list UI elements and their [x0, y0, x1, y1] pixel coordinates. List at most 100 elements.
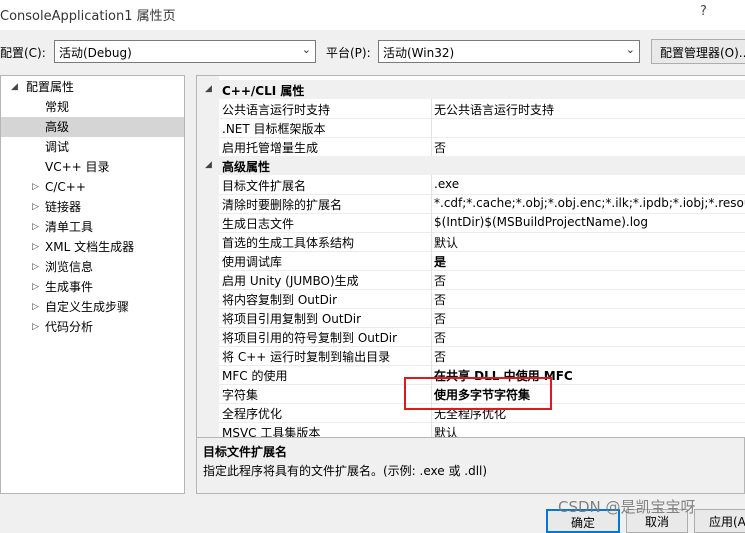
chevron-down-icon: ⌄ — [625, 43, 635, 56]
tree-item-browse-info[interactable]: ▷ 浏览信息 — [1, 257, 184, 277]
property-row-selected[interactable]: 目标文件扩展名 .exe — [219, 175, 745, 195]
column-divider — [431, 346, 432, 365]
property-value[interactable]: 否 — [434, 291, 446, 308]
property-row[interactable]: .NET 目标框架版本 — [219, 118, 745, 138]
column-divider — [431, 232, 432, 251]
property-value[interactable]: 否 — [434, 139, 446, 156]
tree-item-general[interactable]: 常规 — [1, 97, 184, 117]
column-divider — [431, 194, 432, 213]
property-name: MFC 的使用 — [222, 369, 288, 383]
tree-item-label: 清单工具 — [45, 220, 94, 234]
property-row[interactable]: 将项目引用的符号复制到 OutDir 否 — [219, 327, 745, 347]
tree-item-label: 常规 — [45, 100, 70, 114]
property-value[interactable]: 否 — [434, 348, 446, 365]
property-row[interactable]: 清除时要删除的扩展名 *.cdf;*.cache;*.obj;*.obj.enc… — [219, 194, 745, 214]
tree-item-label: XML 文档生成器 — [45, 240, 135, 254]
property-row[interactable]: 启用托管增量生成 否 — [219, 137, 745, 157]
property-value[interactable]: 默认 — [434, 424, 458, 438]
property-name: 生成日志文件 — [222, 217, 295, 231]
property-value[interactable]: $(IntDir)$(MSBuildProjectName).log — [434, 215, 648, 229]
property-name: 公共语言运行时支持 — [222, 103, 331, 117]
tree-item-label: 高级 — [45, 120, 70, 134]
tree-item-code-analysis[interactable]: ▷ 代码分析 — [1, 317, 184, 337]
property-row[interactable]: MSVC 工具集版本 默认 — [219, 422, 745, 438]
config-label: 配置(C): — [0, 46, 46, 60]
collapsed-arrow-icon: ▷ — [32, 262, 39, 272]
column-divider — [431, 270, 432, 289]
property-name: 目标文件扩展名 — [222, 179, 307, 193]
property-name: 将内容复制到 OutDir — [222, 293, 338, 307]
column-divider — [431, 289, 432, 308]
property-row[interactable]: 将项目引用复制到 OutDir 否 — [219, 308, 745, 328]
platform-label: 平台(P): — [326, 46, 371, 60]
property-name: .NET 目标框架版本 — [222, 122, 326, 136]
expanded-arrow-icon: ◢ — [205, 84, 212, 94]
property-name: 字符集 — [222, 388, 259, 402]
property-name: 将项目引用复制到 OutDir — [222, 312, 362, 326]
config-value: 活动(Debug) — [59, 46, 132, 60]
column-divider — [431, 175, 432, 194]
tree-item-custom-build-step[interactable]: ▷ 自定义生成步骤 — [1, 297, 184, 317]
category-cli[interactable]: ◢ C++/CLI 属性 — [197, 80, 745, 99]
config-manager-button[interactable]: 配置管理器(O)... — [651, 39, 745, 64]
property-name: 启用托管增量生成 — [222, 141, 319, 155]
window-title: ConsoleApplication1 属性页 — [0, 9, 176, 24]
category-label: 高级属性 — [222, 160, 271, 174]
property-value[interactable]: 无公共语言运行时支持 — [434, 101, 554, 118]
platform-dropdown[interactable]: 活动(Win32) ⌄ — [378, 40, 640, 63]
tree-item-manifest-tool[interactable]: ▷ 清单工具 — [1, 217, 184, 237]
property-value[interactable]: 否 — [434, 272, 446, 289]
property-name: 将项目引用的符号复制到 OutDir — [222, 331, 398, 345]
expanded-arrow-icon: ◢ — [205, 160, 212, 170]
tree-item-xml-doc-generator[interactable]: ▷ XML 文档生成器 — [1, 237, 184, 257]
description-title: 目标文件扩展名 — [203, 445, 288, 459]
collapsed-arrow-icon: ▷ — [32, 282, 39, 292]
property-value[interactable]: *.cdf;*.cache;*.obj;*.obj.enc;*.ilk;*.ip… — [434, 196, 745, 210]
tree-item-vc-directories[interactable]: VC++ 目录 — [1, 157, 184, 177]
tree-item-config-properties[interactable]: ◢ 配置属性 — [1, 77, 184, 97]
column-divider — [431, 308, 432, 327]
collapsed-arrow-icon: ▷ — [32, 322, 39, 332]
help-button[interactable]: ? — [700, 4, 707, 19]
property-value[interactable]: 是 — [434, 253, 446, 270]
tree-item-label: 调试 — [45, 140, 70, 154]
property-row[interactable]: 将 C++ 运行时复制到输出目录 否 — [219, 346, 745, 366]
collapsed-arrow-icon: ▷ — [32, 302, 39, 312]
property-value[interactable]: .exe — [434, 177, 459, 191]
property-tree[interactable]: ◢ 配置属性 常规 高级 调试 VC++ 目录 ▷ C/C++ ▷ 链接器 ▷ … — [0, 75, 185, 494]
tree-item-label: 链接器 — [45, 200, 82, 214]
tree-item-debugging[interactable]: 调试 — [1, 137, 184, 157]
property-name: 首选的生成工具体系结构 — [222, 236, 355, 250]
column-divider — [431, 118, 432, 137]
category-label: C++/CLI 属性 — [222, 84, 305, 98]
property-row[interactable]: 使用调试库 是 — [219, 251, 745, 271]
tree-item-advanced[interactable]: 高级 — [1, 117, 184, 137]
property-name: 全程序优化 — [222, 407, 283, 421]
tree-item-label: C/C++ — [45, 180, 86, 194]
property-name: 使用调试库 — [222, 255, 283, 269]
column-divider — [431, 422, 432, 438]
property-row[interactable]: 公共语言运行时支持 无公共语言运行时支持 — [219, 99, 745, 119]
watermark: CSDN @是凯宝宝呀 — [558, 498, 696, 516]
property-row[interactable]: 启用 Unity (JUMBO)生成 否 — [219, 270, 745, 290]
chevron-down-icon: ⌄ — [301, 43, 311, 56]
tree-item-label: 自定义生成步骤 — [45, 300, 130, 314]
property-row[interactable]: 生成日志文件 $(IntDir)$(MSBuildProjectName).lo… — [219, 213, 745, 233]
collapsed-arrow-icon: ▷ — [32, 242, 39, 252]
property-value[interactable]: 默认 — [434, 234, 458, 251]
property-row[interactable]: 首选的生成工具体系结构 默认 — [219, 232, 745, 252]
tree-item-linker[interactable]: ▷ 链接器 — [1, 197, 184, 217]
property-row[interactable]: 将内容复制到 OutDir 否 — [219, 289, 745, 309]
tree-item-build-events[interactable]: ▷ 生成事件 — [1, 277, 184, 297]
description-text: 指定此程序将具有的文件扩展名。(示例: .exe 或 .dll) — [203, 464, 488, 478]
tree-item-c-cpp[interactable]: ▷ C/C++ — [1, 177, 184, 197]
property-name: 启用 Unity (JUMBO)生成 — [222, 274, 359, 288]
property-value[interactable]: 否 — [434, 329, 446, 346]
collapsed-arrow-icon: ▷ — [32, 182, 39, 192]
apply-button[interactable]: 应用(A — [694, 509, 745, 533]
config-dropdown[interactable]: 活动(Debug) ⌄ — [54, 40, 316, 63]
category-advanced[interactable]: ◢ 高级属性 — [197, 156, 745, 175]
property-value[interactable]: 否 — [434, 310, 446, 327]
collapsed-arrow-icon: ▷ — [32, 202, 39, 212]
tree-item-label: 浏览信息 — [45, 260, 94, 274]
